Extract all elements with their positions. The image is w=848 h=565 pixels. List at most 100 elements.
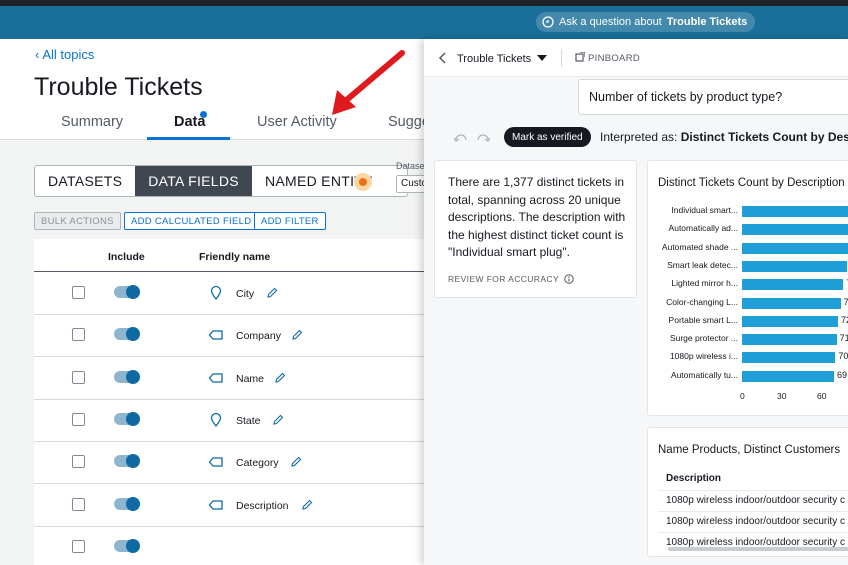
segment-data-fields[interactable]: DATA FIELDS bbox=[135, 166, 252, 196]
chevron-left-icon: ‹ bbox=[35, 47, 40, 62]
bar[interactable] bbox=[742, 279, 844, 291]
ask-topic: Trouble Tickets bbox=[666, 16, 748, 28]
topic-page: ‹ All topics Trouble Tickets Summary Dat… bbox=[0, 39, 440, 565]
info-icon[interactable] bbox=[564, 274, 574, 284]
include-toggle[interactable] bbox=[114, 285, 140, 299]
field-name: Category bbox=[236, 457, 279, 470]
header-divider bbox=[561, 49, 562, 67]
x-tick-label: 30 bbox=[777, 391, 787, 401]
panel-topic-label[interactable]: Trouble Tickets bbox=[457, 53, 531, 65]
row-checkbox[interactable] bbox=[72, 412, 85, 426]
include-toggle[interactable] bbox=[114, 496, 140, 511]
page-title: Trouble Tickets bbox=[34, 73, 203, 101]
question-input[interactable]: Number of tickets by product type? bbox=[578, 79, 848, 115]
row-checkbox[interactable] bbox=[72, 286, 85, 299]
x-tick-label: 0 bbox=[740, 391, 745, 401]
pin-icon bbox=[575, 52, 585, 62]
location-pin-icon bbox=[208, 412, 224, 428]
ask-question-button[interactable]: Ask a question about Trouble Tickets bbox=[536, 12, 756, 32]
field-name: City bbox=[236, 288, 255, 300]
bar-value-label: 69 bbox=[837, 369, 848, 380]
redo-icon[interactable] bbox=[476, 134, 490, 144]
data-view-segmented-control: DATASETS DATA FIELDS NAMED ENTITY bbox=[34, 165, 408, 197]
all-topics-link[interactable]: ‹ All topics bbox=[35, 47, 94, 62]
active-tab-indicator bbox=[147, 137, 230, 140]
field-name: Description bbox=[236, 499, 289, 512]
row-checkbox[interactable] bbox=[72, 497, 85, 511]
bar-value-label: 71 bbox=[839, 333, 848, 344]
caret-down-icon[interactable] bbox=[537, 55, 547, 62]
tab-user-activity[interactable]: User Activity bbox=[257, 114, 337, 130]
bar[interactable] bbox=[742, 224, 848, 236]
table-card-title: Name Products, Distinct Customers bbox=[658, 444, 841, 456]
row-checkbox[interactable] bbox=[72, 370, 85, 384]
pinboard-link[interactable]: PINBOARD bbox=[588, 53, 640, 64]
edit-pencil-icon[interactable] bbox=[274, 371, 286, 383]
mark-as-verified-button[interactable]: Mark as verified bbox=[504, 127, 591, 147]
bar[interactable] bbox=[742, 334, 837, 346]
tab-summary[interactable]: Summary bbox=[61, 114, 123, 130]
bar[interactable] bbox=[742, 352, 836, 364]
edit-pencil-icon[interactable] bbox=[272, 413, 284, 425]
add-calculated-field-button[interactable]: ADD CALCULATED FIELD bbox=[124, 212, 259, 230]
table-row bbox=[34, 527, 440, 565]
table-row: City bbox=[34, 273, 440, 315]
bar[interactable] bbox=[742, 260, 848, 272]
edit-pencil-icon[interactable] bbox=[266, 286, 278, 298]
tag-icon bbox=[208, 370, 224, 386]
category-label: Lighted mirror h... bbox=[671, 278, 738, 289]
table-row: Category bbox=[34, 442, 440, 485]
tab-notification-dot bbox=[200, 111, 207, 118]
table-row: State bbox=[34, 400, 440, 442]
bulk-actions-button[interactable]: BULK ACTIONS bbox=[34, 212, 121, 230]
category-label: Individual smart... bbox=[671, 205, 738, 215]
interpreted-value[interactable]: Distinct Tickets Count by Descr bbox=[681, 130, 848, 144]
review-for-accuracy-link[interactable]: REVIEW FOR ACCURACY bbox=[448, 274, 574, 284]
bar[interactable] bbox=[742, 370, 834, 382]
category-label: Automated shade ... bbox=[661, 241, 738, 252]
segment-datasets[interactable]: DATASETS bbox=[35, 166, 135, 196]
category-label: Portable smart L... bbox=[668, 314, 738, 325]
table-header: Include Friendly name bbox=[34, 239, 440, 272]
category-label: 1080p wireless i... bbox=[669, 351, 738, 362]
include-toggle[interactable] bbox=[114, 538, 140, 553]
bar-value-label: 74 bbox=[844, 297, 848, 307]
summary-text: There are 1,377 distinct tickets in tota… bbox=[448, 175, 626, 259]
field-name: Company bbox=[236, 330, 281, 343]
bar[interactable] bbox=[742, 315, 838, 327]
bar[interactable] bbox=[742, 297, 841, 309]
horizontal-scrollbar[interactable] bbox=[668, 547, 848, 551]
bar[interactable] bbox=[742, 242, 848, 254]
include-toggle[interactable] bbox=[114, 411, 140, 426]
edit-pencil-icon[interactable] bbox=[290, 455, 302, 467]
edit-pencil-icon[interactable] bbox=[301, 498, 313, 510]
tag-icon bbox=[208, 327, 224, 343]
table-row: 1080p wireless indoor/outdoor security c bbox=[658, 511, 848, 532]
bar[interactable] bbox=[742, 206, 848, 217]
all-topics-label: All topics bbox=[42, 47, 95, 62]
answer-summary-card: There are 1,377 distinct tickets in tota… bbox=[434, 160, 637, 298]
category-label: Automatically tu... bbox=[670, 369, 738, 380]
table-row: Company bbox=[34, 315, 440, 358]
chat-bubble-icon bbox=[542, 16, 554, 28]
edit-pencil-icon[interactable] bbox=[291, 328, 303, 340]
include-toggle[interactable] bbox=[114, 454, 140, 469]
bar-chart-card: Distinct Tickets Count by Description In… bbox=[647, 160, 848, 416]
table-row: 1080p wireless indoor/outdoor security c bbox=[658, 490, 848, 511]
column-friendly-name: Friendly name bbox=[199, 251, 271, 263]
interpreted-as-text: Interpreted as: Distinct Tickets Count b… bbox=[600, 130, 848, 144]
category-label: Automatically ad... bbox=[668, 223, 738, 234]
row-checkbox[interactable] bbox=[72, 539, 85, 553]
include-toggle[interactable] bbox=[114, 369, 140, 384]
segment-named-entity[interactable]: NAMED ENTITY bbox=[252, 166, 407, 196]
row-checkbox[interactable] bbox=[72, 455, 85, 469]
add-filter-button[interactable]: ADD FILTER bbox=[254, 212, 326, 230]
bar-value-label: 70 bbox=[838, 351, 848, 362]
interpreted-prefix: Interpreted as: bbox=[600, 130, 678, 144]
hotspot-indicator-icon[interactable] bbox=[354, 173, 372, 191]
row-checkbox[interactable] bbox=[72, 328, 85, 342]
data-fields-table: Include Friendly name City Company Name Sta… bbox=[34, 239, 440, 565]
chevron-left-icon[interactable] bbox=[438, 51, 448, 65]
include-toggle[interactable] bbox=[114, 327, 140, 342]
undo-icon[interactable] bbox=[454, 134, 468, 144]
